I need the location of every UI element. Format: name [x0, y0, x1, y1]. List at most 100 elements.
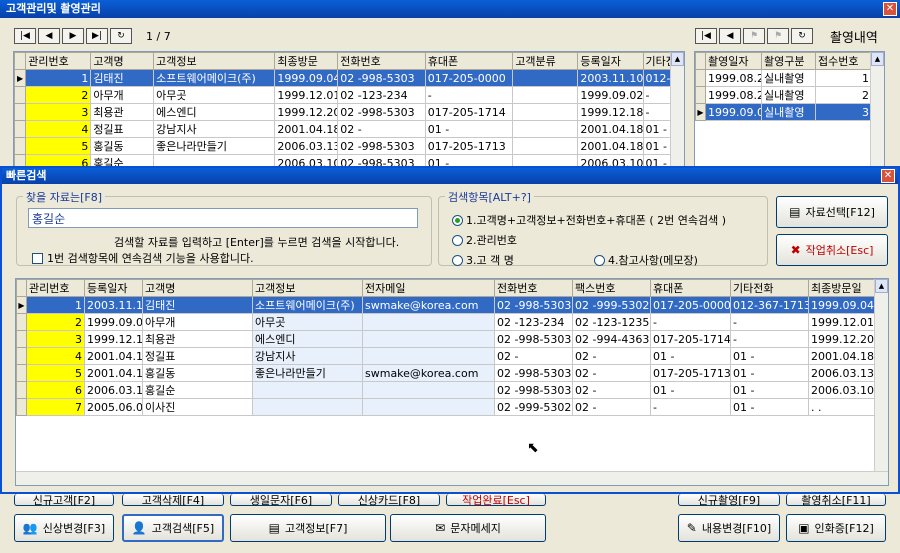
table-cell[interactable]: 2001.04.18 [577, 137, 644, 155]
column-header[interactable]: 전화번호 [337, 52, 426, 70]
table-cell[interactable]: 02 - [572, 398, 651, 416]
table-cell[interactable]: - [650, 313, 731, 331]
column-header[interactable]: 최종방문일 [808, 279, 877, 297]
table-row[interactable]: ▶ 1 김태진 소프트웨어메이크(주) 1999.09.04 02 -998-5303 01… [14, 69, 684, 87]
column-header[interactable]: 고객분류 [512, 52, 579, 70]
table-cell[interactable]: 02 -998-5303 [337, 103, 426, 121]
table-cell[interactable] [512, 86, 579, 104]
column-header[interactable]: 고객정보 [153, 52, 276, 70]
table-cell[interactable]: 02 -998-5303 [494, 364, 573, 382]
table-cell[interactable]: 1 [815, 69, 872, 87]
column-header[interactable]: 관리번호 [26, 279, 85, 297]
table-row[interactable]: 31999.12.18최용관에스엔디 02 -998-530302 -994-43… [16, 330, 877, 348]
table-cell[interactable] [362, 313, 495, 331]
column-header[interactable]: 등록일자 [84, 279, 143, 297]
column-header[interactable]: 촬영구분 [761, 52, 816, 70]
print-receipt-button[interactable]: ▣ 인화증[F12] [786, 514, 886, 542]
table-cell[interactable]: 1 [26, 296, 85, 314]
table-cell[interactable]: 3 [25, 103, 92, 121]
history-scroll-up-icon[interactable]: ▲ [871, 52, 884, 66]
table-cell[interactable]: 2001.04.18 [808, 347, 877, 365]
table-cell[interactable]: 2003.11.10 [577, 69, 644, 87]
table-cell[interactable]: 에스엔디 [153, 103, 276, 121]
table-cell[interactable]: 1999.12.20 [808, 330, 877, 348]
table-cell[interactable]: 실내촬영 [761, 86, 816, 104]
table-cell[interactable]: 최용관 [142, 330, 253, 348]
table-row[interactable]: 72005.06.07이사진 02 -999-530202 - -01 - . . [16, 398, 877, 416]
option-4-radio[interactable]: 4.참고사항(메모장) [594, 252, 698, 268]
column-header[interactable]: 관리번호 [25, 52, 92, 70]
scroll-up-icon[interactable]: ▲ [671, 52, 684, 66]
table-cell[interactable]: 2001.04.18 [577, 120, 644, 138]
option-3-radio[interactable]: 3.고 객 명 [452, 252, 514, 268]
column-header[interactable]: 고객명 [90, 52, 155, 70]
table-row[interactable]: 52001.04.18홍길동좋은나라만들기swmake@korea.com02 … [16, 364, 877, 382]
table-cell[interactable]: 01 - [650, 381, 731, 399]
search-result-hscroll[interactable] [16, 471, 888, 485]
table-cell[interactable] [362, 330, 495, 348]
dialog-close-icon[interactable]: ✕ [881, 169, 895, 183]
table-cell[interactable]: 에스엔디 [252, 330, 363, 348]
table-row[interactable]: 2 아무개 아무곳 1999.12.01 02 -123-234 - 1999.09.02… [14, 86, 684, 104]
table-cell[interactable] [362, 381, 495, 399]
table-cell[interactable]: 02 -998-5303 [337, 69, 426, 87]
radio-icon[interactable] [594, 254, 605, 266]
table-cell[interactable]: 김태진 [90, 69, 155, 87]
table-cell[interactable] [252, 381, 363, 399]
birthday-sms-button[interactable]: 생일문자[F6] [230, 494, 332, 507]
table-cell[interactable]: 2 [25, 86, 92, 104]
table-cell[interactable]: 02 -999-5302 [494, 398, 573, 416]
table-cell[interactable]: 2003.11.10 [84, 296, 143, 314]
table-cell[interactable] [362, 398, 495, 416]
table-row[interactable]: ▶12003.11.10김태진소프트웨어메이크(주)swmake@korea.c… [16, 296, 877, 314]
table-cell[interactable]: - [650, 398, 731, 416]
table-cell[interactable]: 2006.03.13 [808, 364, 877, 382]
table-cell[interactable]: 정길표 [90, 120, 155, 138]
table-cell[interactable]: 2006.03.10 [808, 381, 877, 399]
window-close-icon[interactable]: ✕ [883, 2, 897, 16]
table-cell[interactable]: 01 - [650, 347, 731, 365]
table-cell[interactable] [252, 398, 363, 416]
table-cell[interactable]: swmake@korea.com [362, 364, 495, 382]
table-cell[interactable]: 02 -123-234 [337, 86, 426, 104]
table-cell[interactable]: 좋은나라만들기 [252, 364, 363, 382]
column-header[interactable]: 촬영일자 [705, 52, 762, 70]
table-cell[interactable]: 02 - [572, 381, 651, 399]
radio-icon[interactable] [452, 254, 463, 266]
table-cell[interactable]: 4 [25, 120, 92, 138]
column-header[interactable]: 고객정보 [252, 279, 363, 297]
table-row[interactable]: 42001.04.18정길표강남지사02 -02 -01 -01 -2001.0… [16, 347, 877, 365]
table-cell[interactable]: 3 [815, 103, 872, 121]
profile-card-button[interactable]: 신상카드[F8] [338, 494, 440, 507]
history-refresh-icon[interactable]: ↻ [791, 28, 813, 44]
table-cell[interactable]: 02 -994-4363 [572, 330, 651, 348]
table-cell[interactable]: 2001.04.18 [274, 120, 339, 138]
history-grid-scrollbar[interactable]: ▲ [870, 52, 884, 166]
table-cell[interactable]: 좋은나라만들기 [153, 137, 276, 155]
table-cell[interactable]: 최용관 [90, 103, 155, 121]
table-cell[interactable]: 김태진 [142, 296, 253, 314]
table-cell[interactable]: 2 [815, 86, 872, 104]
table-cell[interactable]: 5 [26, 364, 85, 382]
table-cell[interactable]: 2 [26, 313, 85, 331]
table-cell[interactable]: 2006.03.10 [84, 381, 143, 399]
table-cell[interactable]: 02 -123-1235 [572, 313, 651, 331]
table-cell[interactable]: 아무개 [142, 313, 253, 331]
edit-content-button[interactable]: ✎ 내용변경[F10] [678, 514, 780, 542]
table-cell[interactable]: 1999.09.04 [274, 69, 339, 87]
table-cell[interactable]: 아무개 [90, 86, 155, 104]
cancel-button[interactable]: ✖ 작업취소[Esc] [776, 234, 888, 266]
column-header[interactable]: 휴대폰 [424, 52, 514, 70]
table-cell[interactable]: 017-205-0000 [424, 69, 514, 87]
next-record-button[interactable]: ▶ [62, 28, 84, 44]
table-cell[interactable]: 01 - [730, 381, 809, 399]
table-cell[interactable]: 1999.09.04 [808, 296, 877, 314]
refresh-icon[interactable]: ↻ [110, 28, 132, 44]
column-header[interactable]: 전자메일 [362, 279, 495, 297]
complete-button[interactable]: 작업완료[Esc] [446, 494, 546, 507]
radio-selected-icon[interactable] [452, 214, 463, 226]
column-header[interactable]: 고객명 [142, 279, 253, 297]
table-cell[interactable]: 이사진 [142, 398, 253, 416]
table-row[interactable]: 4 정길표 강남지사 2001.04.18 02 -01 -2001.04.18 01 - [14, 120, 684, 138]
table-cell[interactable]: 02 - [494, 347, 573, 365]
